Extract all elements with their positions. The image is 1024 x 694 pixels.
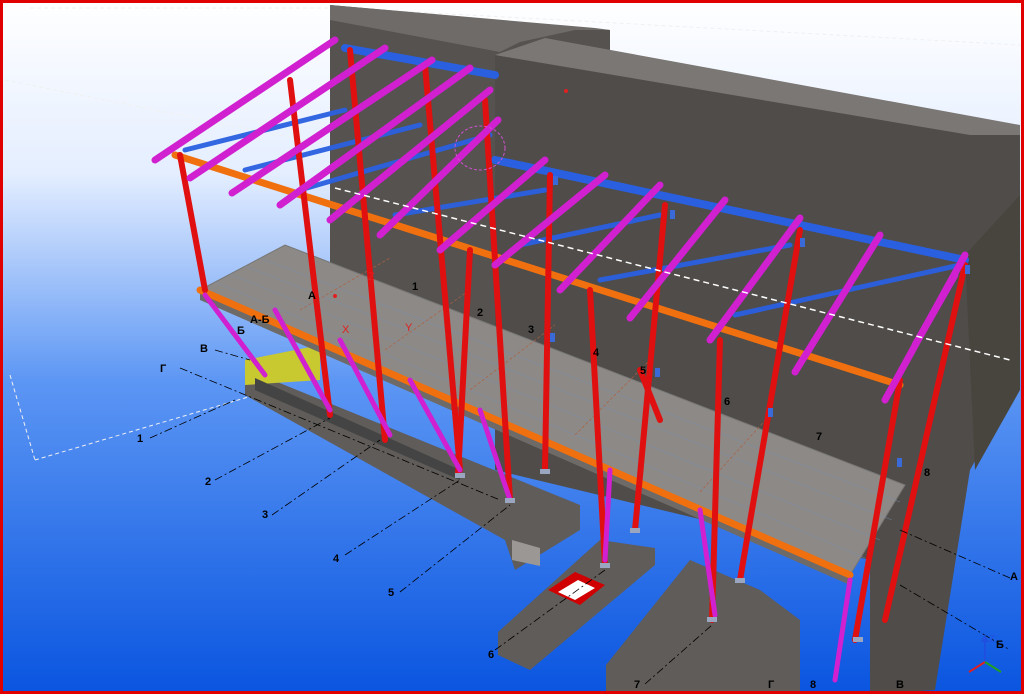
grid-label-axis-4: 4	[333, 553, 340, 565]
wall-point-icon	[564, 89, 568, 93]
grid-label-axis-8-bottom: 8	[810, 679, 816, 691]
grid-label-top-1: 1	[412, 281, 418, 293]
grid-label-axis-g-left: Г	[160, 363, 167, 375]
grid-label-top-2: 2	[477, 307, 483, 319]
grid-label-top-3: 3	[528, 324, 534, 336]
grid-label-axis-3: 3	[262, 509, 268, 521]
grid-label-axis-7: 7	[634, 679, 640, 691]
grid-label-axis-a-left: А	[308, 290, 316, 302]
grid-label-top-5: 5	[640, 365, 646, 377]
grid-label-top-4: 4	[593, 347, 600, 359]
structural-model-scene[interactable]: 1 2 3 4 5 6 7 Г 8 В Г В Б А-Б А 1 2 3 4 …	[3, 3, 1021, 691]
grid-label-axis-v-bottom: В	[896, 679, 904, 691]
grid-label-axis-a-right: А	[1010, 571, 1018, 583]
grid-label-axis-6: 6	[488, 649, 494, 661]
grid-label-axis-ab-left: А-Б	[250, 314, 270, 326]
grid-label-top-6: 6	[724, 396, 730, 408]
grid-label-top-8: 8	[924, 467, 930, 479]
3d-model-viewport[interactable]: 1 2 3 4 5 6 7 Г 8 В Г В Б А-Б А 1 2 3 4 …	[0, 0, 1024, 694]
axis-z-label: Z	[989, 634, 995, 645]
grid-label-top-7: 7	[816, 431, 822, 443]
cursor-x-label: X	[342, 324, 350, 336]
cursor-point-icon	[333, 294, 337, 298]
cursor-z-label: Z	[368, 271, 375, 283]
grid-label-axis-1: 1	[137, 433, 143, 445]
grid-label-axis-v-left: В	[200, 343, 208, 355]
grid-label-axis-2: 2	[205, 476, 211, 488]
grid-label-axis-b-right: Б	[996, 639, 1004, 651]
cursor-y-label: Y	[405, 322, 413, 334]
grid-label-axis-5: 5	[388, 587, 394, 599]
grid-label-axis-g-bottom: Г	[768, 679, 775, 691]
grid-label-axis-b-left: Б	[237, 325, 245, 337]
